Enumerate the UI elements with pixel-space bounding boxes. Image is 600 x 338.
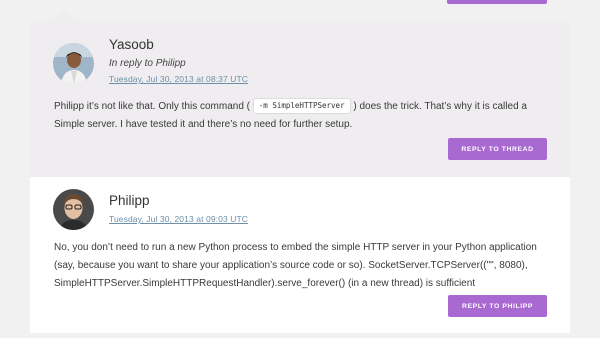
inline-code: -m SimpleHTTPServer: [252, 98, 351, 114]
reply-to-philipp-button[interactable]: REPLY TO PHILIPP: [448, 295, 547, 317]
reply-to-thread-button[interactable]: REPLY TO THREAD: [448, 138, 547, 160]
comment-yasoob: Yasoob In reply to Philipp Tuesday, Jul …: [30, 21, 570, 177]
comment-thread: Yasoob In reply to Philipp Tuesday, Jul …: [0, 0, 600, 338]
comment-body: No, you don’t need to run a new Python p…: [54, 242, 537, 289]
avatar: [53, 43, 94, 84]
comment-author[interactable]: Yasoob: [109, 37, 154, 52]
comment-date-link[interactable]: Tuesday, Jul 30, 2013 at 08:37 UTC: [109, 74, 248, 84]
reply-pointer: [53, 322, 75, 333]
in-reply-to: In reply to Philipp: [109, 58, 186, 69]
previous-reply-button[interactable]: [447, 0, 547, 4]
comment-body: Philipp it’s not like that. Only this co…: [54, 98, 554, 134]
avatar: [53, 189, 94, 230]
comment-date-link[interactable]: Tuesday, Jul 30, 2013 at 09:03 UTC: [109, 214, 248, 224]
comment-author[interactable]: Philipp: [109, 193, 150, 208]
comment-philipp: Philipp Tuesday, Jul 30, 2013 at 09:03 U…: [30, 177, 570, 333]
reply-pointer: [53, 10, 75, 21]
comment-body-text-start: Philipp it’s not like that. Only this co…: [54, 101, 253, 112]
